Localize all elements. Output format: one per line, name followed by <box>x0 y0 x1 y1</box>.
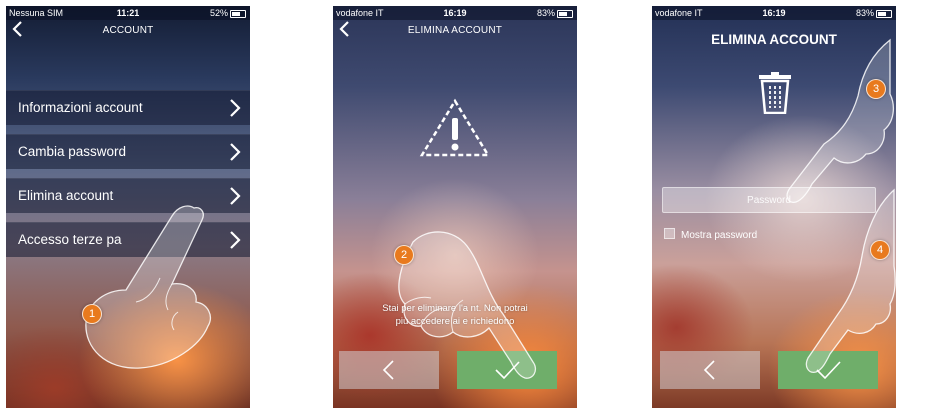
menu-item-accesso-terze-parti[interactable]: Accesso terze pa <box>6 222 250 257</box>
checkbox-box <box>664 228 675 239</box>
step-badge-3: 3 <box>866 79 886 99</box>
status-bar: vodafone IT 16:19 83% <box>333 6 577 20</box>
warning-message-line: più accedere ai e richiedono <box>395 316 515 327</box>
battery-percent: 83% <box>855 8 874 18</box>
battery-percent: 52% <box>209 8 228 18</box>
checkmark-icon <box>495 361 520 380</box>
trash-icon <box>759 72 791 114</box>
battery-icon <box>876 10 892 18</box>
title-bar: ELIMINA ACCOUNT <box>333 20 577 44</box>
battery-icon <box>557 10 573 18</box>
confirm-button[interactable] <box>778 351 878 389</box>
step-badge-1: 1 <box>82 304 102 324</box>
step-badge-4: 4 <box>870 240 890 260</box>
menu-item-cambia-password[interactable]: Cambia password <box>6 134 250 169</box>
show-password-checkbox[interactable]: Mostra password <box>664 228 757 241</box>
menu-item-label: Elimina account <box>18 188 114 203</box>
menu-item-elimina-account[interactable]: Elimina account <box>6 178 250 213</box>
warning-message-line: Stai per eliminare l'a nt. Non potrai <box>382 303 528 314</box>
menu-item-label: Accesso terze pa <box>18 232 122 247</box>
chevron-left-icon <box>703 360 715 380</box>
battery-icon <box>230 10 246 18</box>
confirm-button[interactable] <box>457 351 557 389</box>
password-field[interactable] <box>662 187 876 213</box>
cancel-button[interactable] <box>660 351 760 389</box>
cancel-button[interactable] <box>339 351 439 389</box>
chevron-left-icon <box>382 360 394 380</box>
checkmark-icon <box>816 361 841 380</box>
title-bar: ACCOUNT <box>6 20 250 44</box>
chevron-right-icon <box>230 99 241 117</box>
status-bar: vodafone IT 16:19 83% <box>652 6 896 20</box>
phone-screen-elimina-account-confirm: vodafone IT 16:19 83% ELIMINA ACCOUNT St… <box>333 6 577 408</box>
warning-message: Stai per eliminare l'a nt. Non potrai pi… <box>341 302 569 328</box>
menu-item-informazioni-account[interactable]: Informazioni account <box>6 90 250 125</box>
menu-item-label: Cambia password <box>18 144 127 159</box>
status-bar: Nessuna SIM 11:21 52% <box>6 6 250 20</box>
phone-screen-account: Nessuna SIM 11:21 52% ACCOUNT Informazio… <box>6 6 250 408</box>
warning-triangle-icon <box>419 98 491 157</box>
menu-item-label: Informazioni account <box>18 100 143 115</box>
step-badge-2: 2 <box>394 245 414 265</box>
background <box>333 6 577 408</box>
page-title: ELIMINA ACCOUNT <box>711 32 837 47</box>
chevron-right-icon <box>230 143 241 161</box>
page-title: ELIMINA ACCOUNT <box>407 25 503 36</box>
chevron-right-icon <box>230 231 241 249</box>
page-title: ACCOUNT <box>102 25 154 36</box>
phone-screen-elimina-account-password: vodafone IT 16:19 83% ELIMINA ACCOUNT Mo… <box>652 6 896 408</box>
show-password-label: Mostra password <box>681 230 758 241</box>
battery-percent: 83% <box>536 8 555 18</box>
chevron-right-icon <box>230 187 241 205</box>
